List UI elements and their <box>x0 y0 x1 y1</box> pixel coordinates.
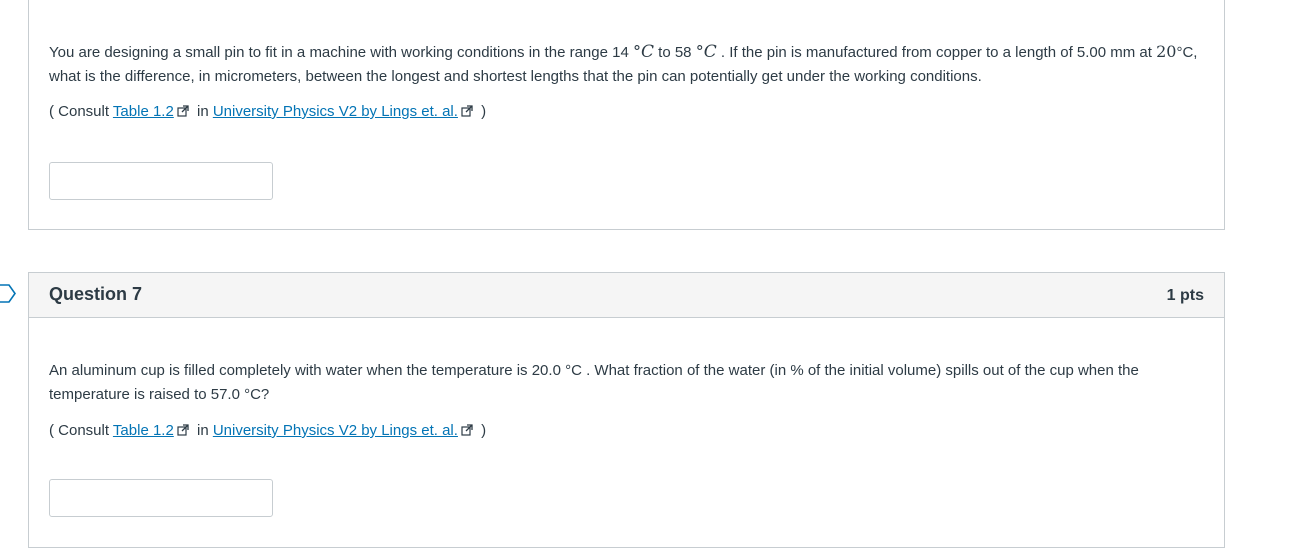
external-link-icon <box>177 105 189 117</box>
question-points: 1 pts <box>1166 287 1204 304</box>
question-7-card: Question 7 1 pts An aluminum cup is fill… <box>28 272 1225 548</box>
table-1-2-link[interactable]: Table 1.2 <box>113 103 174 120</box>
answer-input[interactable] <box>49 162 273 200</box>
question-7-text: An aluminum cup is filled completely wit… <box>49 362 1139 403</box>
textbook-link[interactable]: University Physics V2 by Lings et. al. <box>213 103 458 120</box>
consult-reference: ( Consult Table 1.2 in University Physic… <box>49 422 487 439</box>
answer-input[interactable] <box>49 479 273 517</box>
external-link-icon <box>461 105 473 117</box>
external-link-icon <box>177 424 189 436</box>
question-6-card: You are designing a small pin to fit in … <box>28 0 1225 230</box>
external-link-icon <box>461 424 473 436</box>
question-6-text: You are designing a small pin to fit in … <box>49 42 1198 85</box>
question-header: Question 7 1 pts <box>29 273 1224 318</box>
textbook-link[interactable]: University Physics V2 by Lings et. al. <box>213 422 458 439</box>
table-1-2-link[interactable]: Table 1.2 <box>113 422 174 439</box>
consult-reference: ( Consult Table 1.2 in University Physic… <box>49 103 487 120</box>
question-title: Question 7 <box>49 284 143 304</box>
bookmark-flag-icon[interactable] <box>0 284 17 303</box>
